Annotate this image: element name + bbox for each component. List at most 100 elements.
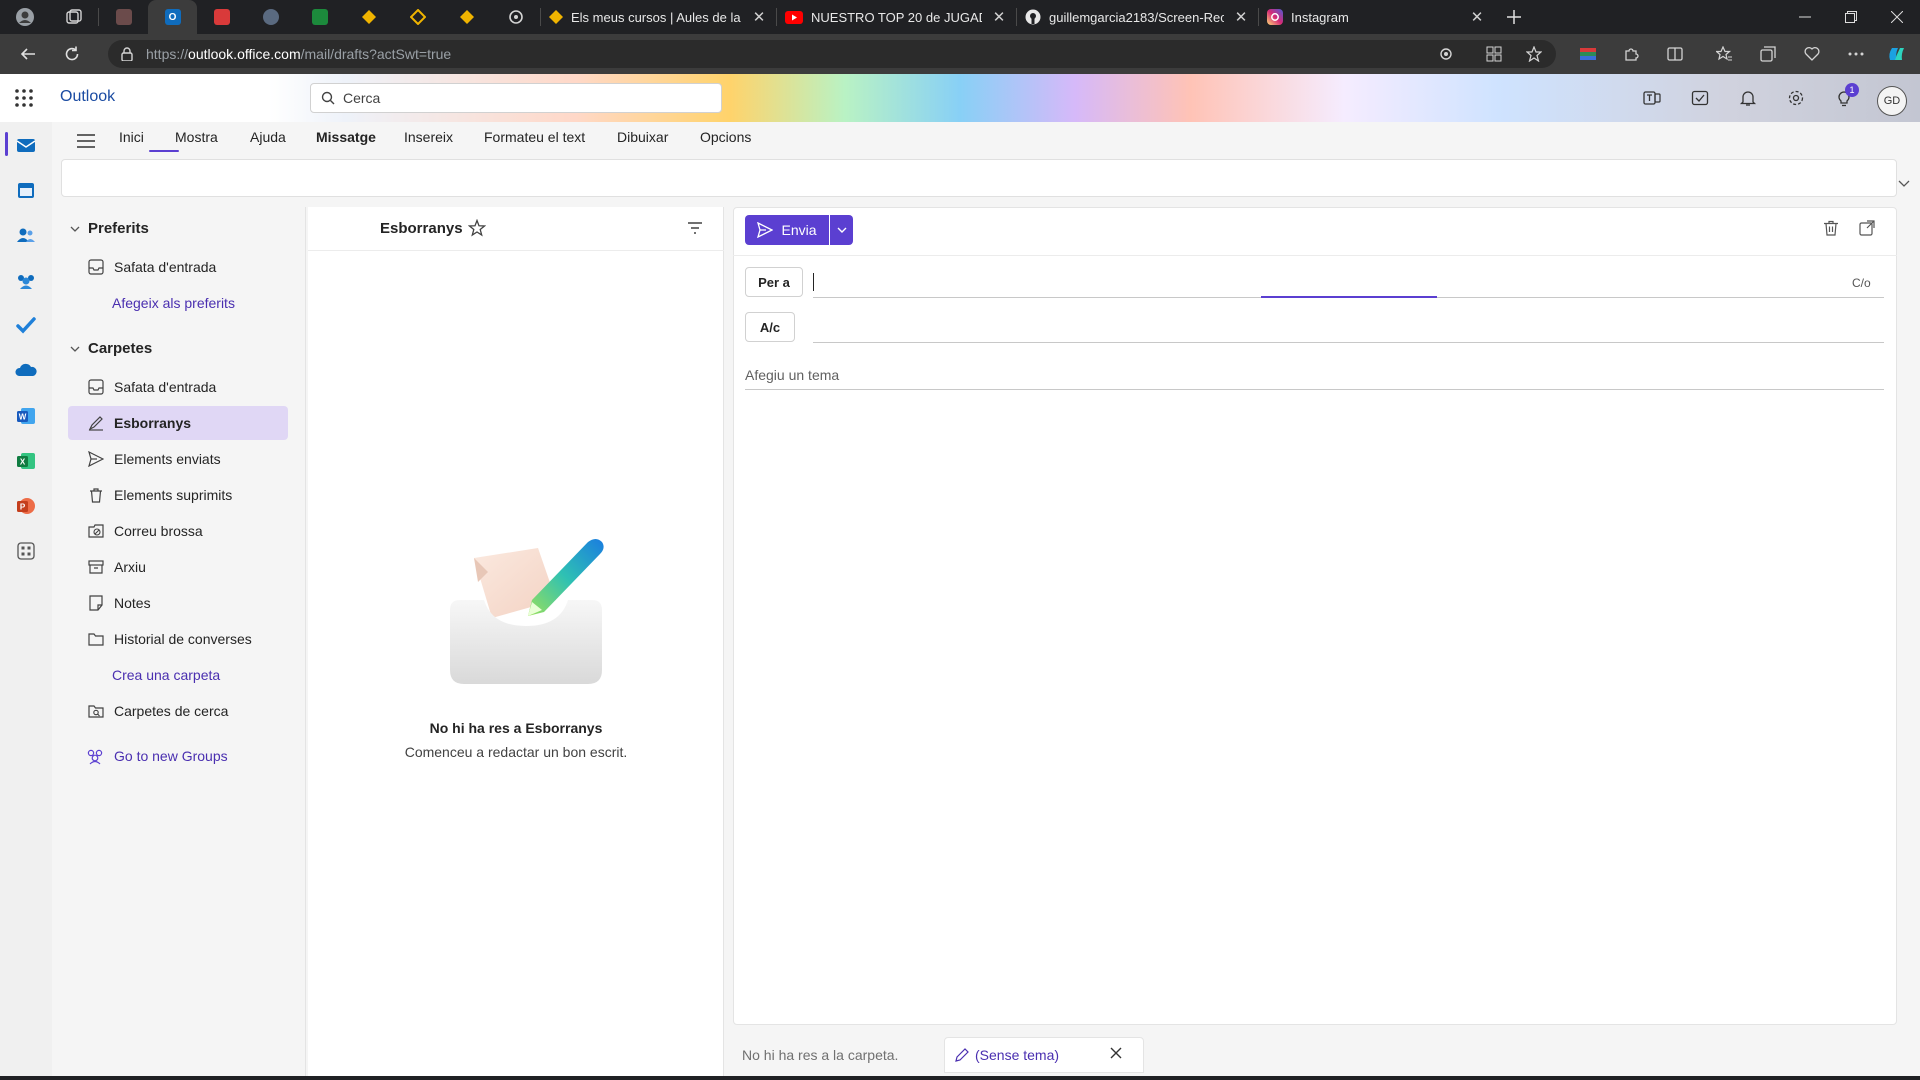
search-box[interactable] <box>310 83 722 113</box>
pinned-tab-3[interactable] <box>197 0 246 34</box>
folder-junk[interactable]: Correu brossa <box>68 514 288 548</box>
tab-home[interactable]: Inici <box>119 129 144 145</box>
tab-close-icon[interactable]: ✕ <box>1232 8 1250 26</box>
tab-close-icon[interactable]: ✕ <box>990 8 1008 26</box>
pop-out-button[interactable] <box>1858 219 1880 241</box>
folder-drafts[interactable]: Esborranys <box>68 406 288 440</box>
rail-mail[interactable] <box>14 133 38 157</box>
ribbon-expand-button[interactable] <box>1898 180 1914 196</box>
favorites-button[interactable] <box>1710 40 1738 68</box>
folder-notes[interactable]: Notes <box>68 586 288 620</box>
avatar[interactable]: GD <box>1877 86 1907 116</box>
send-options-button[interactable] <box>830 215 853 245</box>
rail-onedrive[interactable] <box>14 358 38 382</box>
close-draft-tab-button[interactable] <box>1110 1047 1126 1063</box>
empty-state-subtitle: Comenceu a redactar un bon escrit. <box>404 744 628 760</box>
to-field[interactable] <box>813 270 1833 296</box>
search-input[interactable] <box>343 90 703 106</box>
teams-button[interactable] <box>1640 86 1664 110</box>
favorite-item-inbox[interactable]: Safata d'entrada <box>68 250 288 284</box>
discard-button[interactable] <box>1822 219 1844 241</box>
filter-button[interactable] <box>686 219 704 237</box>
browser-essentials-button[interactable] <box>1798 40 1826 68</box>
cc-button[interactable]: A/c <box>745 312 795 342</box>
my-day-button[interactable] <box>1688 86 1712 110</box>
settings-button[interactable] <box>1784 86 1808 110</box>
rail-calendar[interactable] <box>14 178 38 202</box>
pinned-tab-9[interactable] <box>491 0 540 34</box>
send-button[interactable]: Envia <box>745 215 829 245</box>
pinned-tab-favicon <box>115 9 132 25</box>
pinned-tab-7[interactable] <box>393 0 442 34</box>
app-available-button[interactable] <box>1480 40 1508 68</box>
folder-sent[interactable]: Elements enviats <box>68 442 288 476</box>
tab-options[interactable]: Opcions <box>700 129 751 145</box>
folder-archive[interactable]: Arxiu <box>68 550 288 584</box>
tab-instagram[interactable]: Instagram ✕ <box>1259 0 1494 34</box>
folder-inbox[interactable]: Safata d'entrada <box>68 370 288 404</box>
folder-label: Historial de converses <box>114 631 252 647</box>
pinned-tab-outlook[interactable]: O <box>148 0 197 34</box>
openai-icon <box>508 10 523 24</box>
mail-icon <box>16 139 36 152</box>
copilot-button[interactable] <box>1882 40 1910 68</box>
tab-youtube[interactable]: NUESTRO TOP 20 de JUGADORES ✕ <box>777 0 1016 34</box>
tab-github[interactable]: guillemgarcia2183/Screen-Recorder ✕ <box>1017 0 1258 34</box>
search-icon <box>321 91 335 105</box>
tab-aules-uab[interactable]: Els meus cursos | Aules de la UAB ✕ <box>541 0 776 34</box>
address-bar[interactable]: https://outlook.office.com/mail/drafts?a… <box>108 40 1556 68</box>
pinned-tab-1[interactable] <box>99 0 148 34</box>
folder-search-folders[interactable]: Carpetes de cerca <box>68 694 288 728</box>
tab-view[interactable]: Mostra <box>175 129 218 145</box>
favorites-section-header[interactable]: Preferits <box>70 220 149 237</box>
rail-groups[interactable] <box>14 268 38 292</box>
app-launcher-button[interactable] <box>14 88 34 108</box>
to-button[interactable]: Per a <box>745 267 803 297</box>
folder-deleted[interactable]: Elements suprimits <box>68 478 288 512</box>
reload-button[interactable] <box>52 34 92 74</box>
tab-insert[interactable]: Insereix <box>404 129 453 145</box>
collections-button[interactable] <box>1754 40 1782 68</box>
nav-pane-toggle-button[interactable] <box>74 129 98 153</box>
back-button[interactable] <box>8 34 48 74</box>
app-title[interactable]: Outlook <box>60 88 115 106</box>
restore-button[interactable] <box>1828 0 1873 34</box>
extensions-button[interactable] <box>1617 40 1645 68</box>
workspaces-button[interactable] <box>49 0 98 34</box>
tab-close-icon[interactable]: ✕ <box>1468 8 1486 26</box>
folder-conversation-history[interactable]: Historial de converses <box>68 622 288 656</box>
bcc-button[interactable]: C/o <box>1852 276 1871 290</box>
pinned-tab-6[interactable] <box>344 0 393 34</box>
pinned-tab-5[interactable] <box>295 0 344 34</box>
pinned-tab-4[interactable] <box>246 0 295 34</box>
go-to-groups-link[interactable]: Go to new Groups <box>86 747 228 765</box>
rail-more-apps[interactable] <box>14 539 38 563</box>
close-window-button[interactable] <box>1874 0 1919 34</box>
tab-message[interactable]: Missatge <box>316 129 376 145</box>
add-favorite-link[interactable]: Afegeix als preferits <box>112 295 235 311</box>
subject-field[interactable] <box>745 363 1883 387</box>
rail-powerpoint[interactable]: P <box>14 494 38 518</box>
folders-section-header[interactable]: Carpetes <box>70 340 152 357</box>
settings-more-button[interactable] <box>1842 40 1870 68</box>
favorite-button[interactable] <box>1520 40 1548 68</box>
profile-button[interactable] <box>0 0 49 34</box>
rail-todo[interactable] <box>14 313 38 337</box>
rail-people[interactable] <box>14 223 38 247</box>
notifications-button[interactable] <box>1736 86 1760 110</box>
tab-format-text[interactable]: Formateu el text <box>484 129 585 145</box>
new-tab-button[interactable] <box>1494 0 1534 34</box>
rail-word[interactable]: W <box>14 404 38 428</box>
minimize-button[interactable] <box>1782 0 1827 34</box>
add-to-favorites-button[interactable] <box>468 219 486 237</box>
rail-excel[interactable]: X <box>14 449 38 473</box>
tab-draw[interactable]: Dibuixar <box>617 129 668 145</box>
tab-help[interactable]: Ajuda <box>250 129 286 145</box>
split-screen-button[interactable] <box>1661 40 1689 68</box>
cc-field[interactable] <box>813 316 1883 342</box>
pinned-tab-8[interactable] <box>442 0 491 34</box>
extension-flag-button[interactable] <box>1574 40 1602 68</box>
create-folder-link[interactable]: Crea una carpeta <box>112 667 220 683</box>
tracking-prevention-button[interactable] <box>1432 40 1460 68</box>
tab-close-icon[interactable]: ✕ <box>750 8 768 26</box>
